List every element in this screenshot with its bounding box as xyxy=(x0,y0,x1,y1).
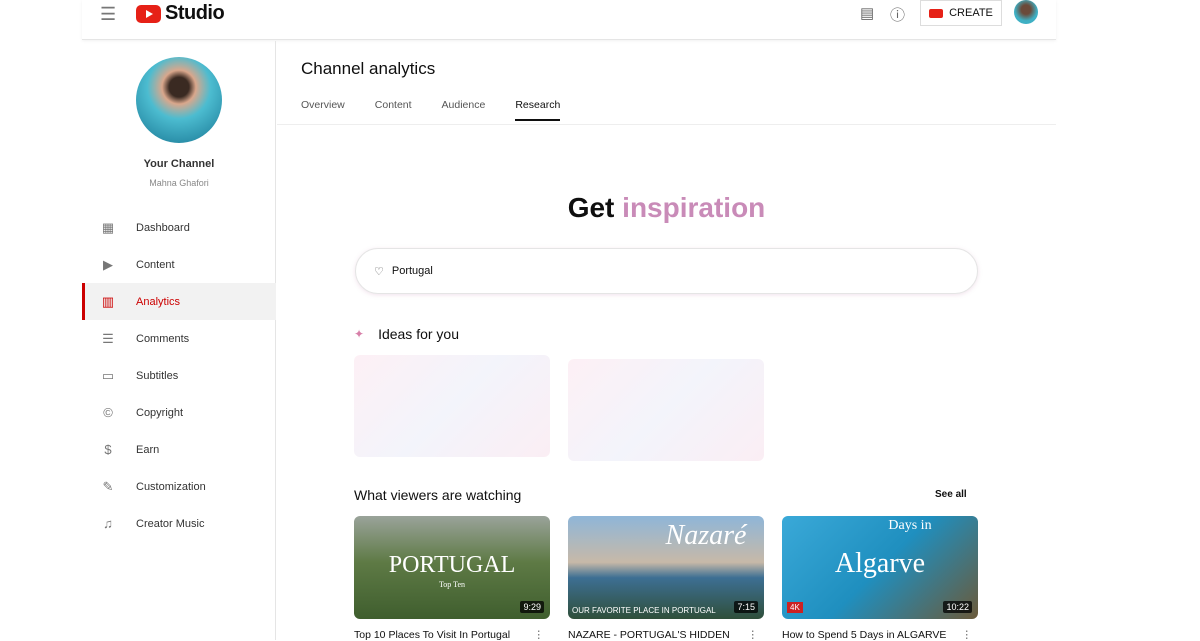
channel-name: Your Channel xyxy=(143,158,215,170)
sidebar-item-label: Copyright xyxy=(136,406,184,419)
sidebar-item-label: Dashboard xyxy=(136,221,190,234)
more-options-icon[interactable]: ⋮ xyxy=(534,629,545,641)
sidebar-item-subtitles[interactable]: ▭ Subtitles xyxy=(82,357,276,394)
video-card[interactable]: Days in Algarve 4K 10:22 How to Spend 5 Days… xyxy=(782,516,978,641)
hero-gradient: inspiration xyxy=(622,192,766,223)
tab-overview[interactable]: Overview xyxy=(301,99,345,121)
sidebar-item-label: Content xyxy=(136,258,175,271)
channel-owner: Mahna Ghafori xyxy=(149,178,209,188)
watching-heading: What viewers are watching xyxy=(354,487,522,503)
ideas-header: ✦ Ideas for you xyxy=(354,326,459,342)
more-options-icon[interactable]: ⋮ xyxy=(962,629,973,641)
see-all-link[interactable]: See all xyxy=(935,489,967,500)
hero-plain: Get xyxy=(567,192,615,223)
video-card[interactable]: PORTUGAL Top Ten 9:29 Top 10 Places To Visi… xyxy=(354,516,550,641)
video-title[interactable]: NAZARE - PORTUGAL'S HIDDEN xyxy=(568,629,730,641)
youtube-logo-icon xyxy=(136,4,161,23)
music-icon: ♫ xyxy=(103,516,113,531)
idea-card[interactable] xyxy=(568,359,764,461)
tabs: Overview Content Audience Research xyxy=(301,99,561,121)
studio-logo[interactable]: Studio xyxy=(136,2,225,25)
tab-audience[interactable]: Audience xyxy=(442,99,486,121)
video-duration: 7:15 xyxy=(734,601,758,613)
search-value: Portugal xyxy=(391,265,433,277)
copyright-icon: © xyxy=(103,405,113,420)
dashboard-icon: ▦ xyxy=(101,219,115,235)
sidebar-item-label: Comments xyxy=(136,332,190,345)
sidebar: Your Channel Mahna Ghafori ▦ Dashboard ▶ Co… xyxy=(82,41,276,640)
create-button[interactable]: CREATE xyxy=(920,0,1002,26)
video-title[interactable]: Top 10 Places To Visit In Portugal xyxy=(354,629,510,641)
ideas-label: Ideas for you xyxy=(378,326,459,342)
sidebar-item-content[interactable]: ▶ Content xyxy=(82,246,276,283)
create-label: CREATE xyxy=(949,7,993,19)
tab-content[interactable]: Content xyxy=(375,99,412,121)
hero-heading: Get inspiration xyxy=(277,192,1056,224)
thumb-title: Algarve xyxy=(834,548,926,579)
divider xyxy=(277,124,1056,125)
video-title[interactable]: How to Spend 5 Days in ALGARVE xyxy=(782,629,946,641)
channel-avatar[interactable] xyxy=(136,57,222,143)
thumb-subtitle: OUR FAVORITE PLACE IN PORTUGAL xyxy=(572,606,716,615)
more-options-icon[interactable]: ⋮ xyxy=(748,629,759,641)
feedback-icon[interactable]: ▤ xyxy=(860,4,874,22)
help-icon[interactable]: ⓘ xyxy=(890,4,905,25)
video-thumbnail[interactable]: Days in Algarve 4K 10:22 xyxy=(782,516,978,619)
sidebar-item-label: Earn xyxy=(136,443,160,456)
content-icon: ▶ xyxy=(103,256,113,272)
video-duration: 10:22 xyxy=(943,601,972,613)
video-thumbnail[interactable]: Nazaré OUR FAVORITE PLACE IN PORTUGAL 7:15 xyxy=(568,516,764,619)
sparkle-icon: ✦ xyxy=(354,327,365,341)
idea-bulb-icon: ♡ xyxy=(374,265,384,278)
sidebar-item-label: Customization xyxy=(136,480,206,493)
sidebar-item-analytics[interactable]: ▥ Analytics xyxy=(82,283,276,320)
thumb-title: PORTUGAL xyxy=(388,552,516,578)
thumb-subtitle: Top Ten xyxy=(438,580,466,589)
4k-badge: 4K xyxy=(787,602,803,613)
analytics-icon: ▥ xyxy=(101,293,115,309)
subtitles-icon: ▭ xyxy=(101,367,115,383)
video-thumbnail[interactable]: PORTUGAL Top Ten 9:29 xyxy=(354,516,550,619)
thumb-title: Nazaré xyxy=(665,520,747,551)
search-input[interactable]: ♡ Portugal xyxy=(355,248,978,294)
sidebar-item-customization[interactable]: ✎ Customization xyxy=(82,468,276,505)
video-card[interactable]: Nazaré OUR FAVORITE PLACE IN PORTUGAL 7:15… xyxy=(568,516,764,641)
sidebar-item-label: Analytics xyxy=(136,295,181,308)
sidebar-item-earn[interactable]: $ Earn xyxy=(82,431,276,468)
sidebar-nav: ▦ Dashboard ▶ Content ▥ Analytics ☰ Comments ▭ Su… xyxy=(82,209,276,542)
sidebar-item-comments[interactable]: ☰ Comments xyxy=(82,320,276,357)
sidebar-item-label: Creator Music xyxy=(136,517,205,530)
page-title: Channel analytics xyxy=(301,59,436,78)
sidebar-item-copyright[interactable]: © Copyright xyxy=(82,394,276,431)
customization-icon: ✎ xyxy=(102,478,114,494)
comments-icon: ☰ xyxy=(102,330,114,346)
sidebar-item-dashboard[interactable]: ▦ Dashboard xyxy=(82,209,276,246)
sidebar-item-label: Subtitles xyxy=(136,369,179,382)
logo-text: Studio xyxy=(165,2,225,24)
sidebar-item-creator-music[interactable]: ♫ Creator Music xyxy=(82,505,276,542)
menu-icon[interactable]: ☰ xyxy=(100,4,116,25)
earn-icon: $ xyxy=(104,442,112,457)
idea-card[interactable] xyxy=(354,355,550,457)
video-camera-icon xyxy=(929,8,944,18)
video-duration: 9:29 xyxy=(520,601,544,613)
account-avatar[interactable] xyxy=(1014,0,1038,24)
tab-research[interactable]: Research xyxy=(515,99,561,121)
thumb-subtitle: Days in xyxy=(888,518,932,533)
top-bar: ☰ Studio ▤ ⓘ CREATE xyxy=(82,0,1056,40)
